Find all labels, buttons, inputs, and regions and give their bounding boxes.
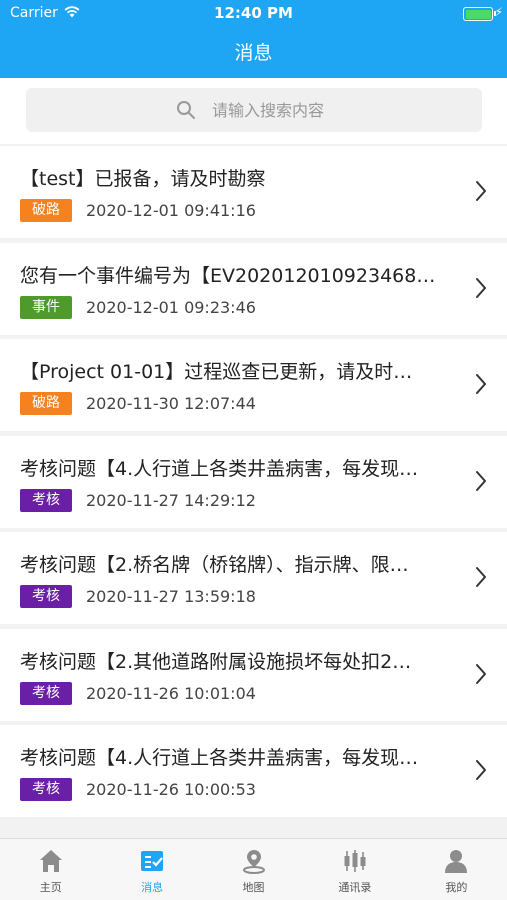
message-time: 2020-12-01 09:23:46	[86, 297, 256, 317]
message-time: 2020-11-27 13:59:18	[86, 587, 256, 606]
tab-map-pin[interactable]: 地图	[203, 839, 304, 900]
chevron-right-icon	[476, 760, 486, 780]
chevron-right-icon	[476, 470, 486, 491]
message-list: 【test】已报备，请及时勘察 破路 2020-12-01 09:41:16 您有一个…	[0, 146, 507, 822]
message-tag: 考核	[20, 778, 72, 801]
chevron-right-icon	[476, 567, 486, 587]
message-tag: 考核	[20, 488, 72, 512]
charging-icon: ⚡	[494, 5, 503, 19]
tab-label: 地图	[242, 881, 265, 894]
chevron-right-icon	[476, 277, 486, 298]
message-item[interactable]: 考核问题【2.桥名牌（桥铭牌）、指示牌、限… 考核 2020-11-27 13:59…	[0, 532, 507, 624]
status-bar: Carrier 12:40 PM ⚡	[0, 0, 507, 28]
page-title: 消息	[234, 42, 273, 64]
search-input[interactable]	[212, 98, 452, 122]
search-icon	[177, 101, 195, 119]
message-title: 考核问题【4.人行道上各类井盖病害，每发现…	[20, 457, 419, 480]
chevron-right-icon	[476, 374, 486, 394]
map-pin-icon	[242, 850, 265, 874]
tab-bar: 主页 消息 地图 通讯录 我的	[0, 838, 507, 900]
message-item[interactable]: 【test】已报备，请及时勘察 破路 2020-12-01 09:41:16	[0, 146, 507, 238]
contacts-icon	[344, 850, 366, 872]
tab-user[interactable]: 我的	[406, 839, 507, 900]
message-title: 【Project 01-01】过程巡查已更新，请及时…	[20, 361, 413, 383]
message-item[interactable]: 考核问题【4.人行道上各类井盖病害，每发现… 考核 2020-11-26 10:00…	[0, 725, 507, 817]
tab-home[interactable]: 主页	[0, 839, 101, 900]
message-item[interactable]: 【Project 01-01】过程巡查已更新，请及时… 破路 2020-11-30 …	[0, 339, 507, 431]
message-title: 考核问题【4.人行道上各类井盖病害，每发现…	[20, 747, 419, 769]
message-time: 2020-11-26 10:00:53	[86, 780, 256, 799]
message-time: 2020-12-01 09:41:16	[86, 201, 256, 220]
message-time: 2020-11-26 10:01:04	[86, 683, 256, 703]
tab-contacts[interactable]: 通讯录	[304, 839, 405, 900]
message-title: 考核问题【2.其他道路附属设施损坏每处扣2…	[20, 650, 412, 673]
message-tag: 考核	[20, 585, 72, 608]
user-icon	[445, 850, 468, 873]
message-title: 考核问题【2.桥名牌（桥铭牌）、指示牌、限…	[20, 554, 409, 576]
tab-label: 消息	[141, 881, 164, 894]
tab-label: 通讯录	[338, 881, 372, 894]
message-item[interactable]: 您有一个事件编号为【EV202012010923468… 事件 2020-12-01…	[0, 242, 507, 335]
message-time: 2020-11-27 14:29:12	[86, 490, 256, 510]
tab-message[interactable]: 消息	[101, 839, 202, 900]
search-bar	[0, 78, 507, 144]
message-time: 2020-11-30 12:07:44	[86, 394, 256, 413]
chevron-right-icon	[476, 181, 486, 201]
battery-icon	[463, 7, 496, 21]
message-tag: 破路	[20, 199, 72, 222]
tab-label: 主页	[39, 881, 62, 894]
message-item[interactable]: 考核问题【2.其他道路附属设施损坏每处扣2… 考核 2020-11-26 10:01…	[0, 628, 507, 721]
search-box[interactable]	[26, 88, 482, 132]
status-time: 12:40 PM	[214, 4, 293, 22]
home-icon	[39, 850, 62, 872]
message-title: 【test】已报备，请及时勘察	[20, 168, 266, 190]
chevron-right-icon	[476, 663, 486, 684]
message-tag: 事件	[20, 295, 72, 319]
nav-header: Carrier 12:40 PM ⚡ 消息	[0, 0, 507, 78]
tab-label: 我的	[445, 881, 468, 894]
message-icon	[141, 851, 164, 871]
message-title: 您有一个事件编号为【EV202012010923468…	[20, 264, 436, 287]
message-item[interactable]: 考核问题【4.人行道上各类井盖病害，每发现… 考核 2020-11-27 14:29…	[0, 435, 507, 528]
message-tag: 考核	[20, 681, 72, 705]
message-tag: 破路	[20, 392, 72, 415]
